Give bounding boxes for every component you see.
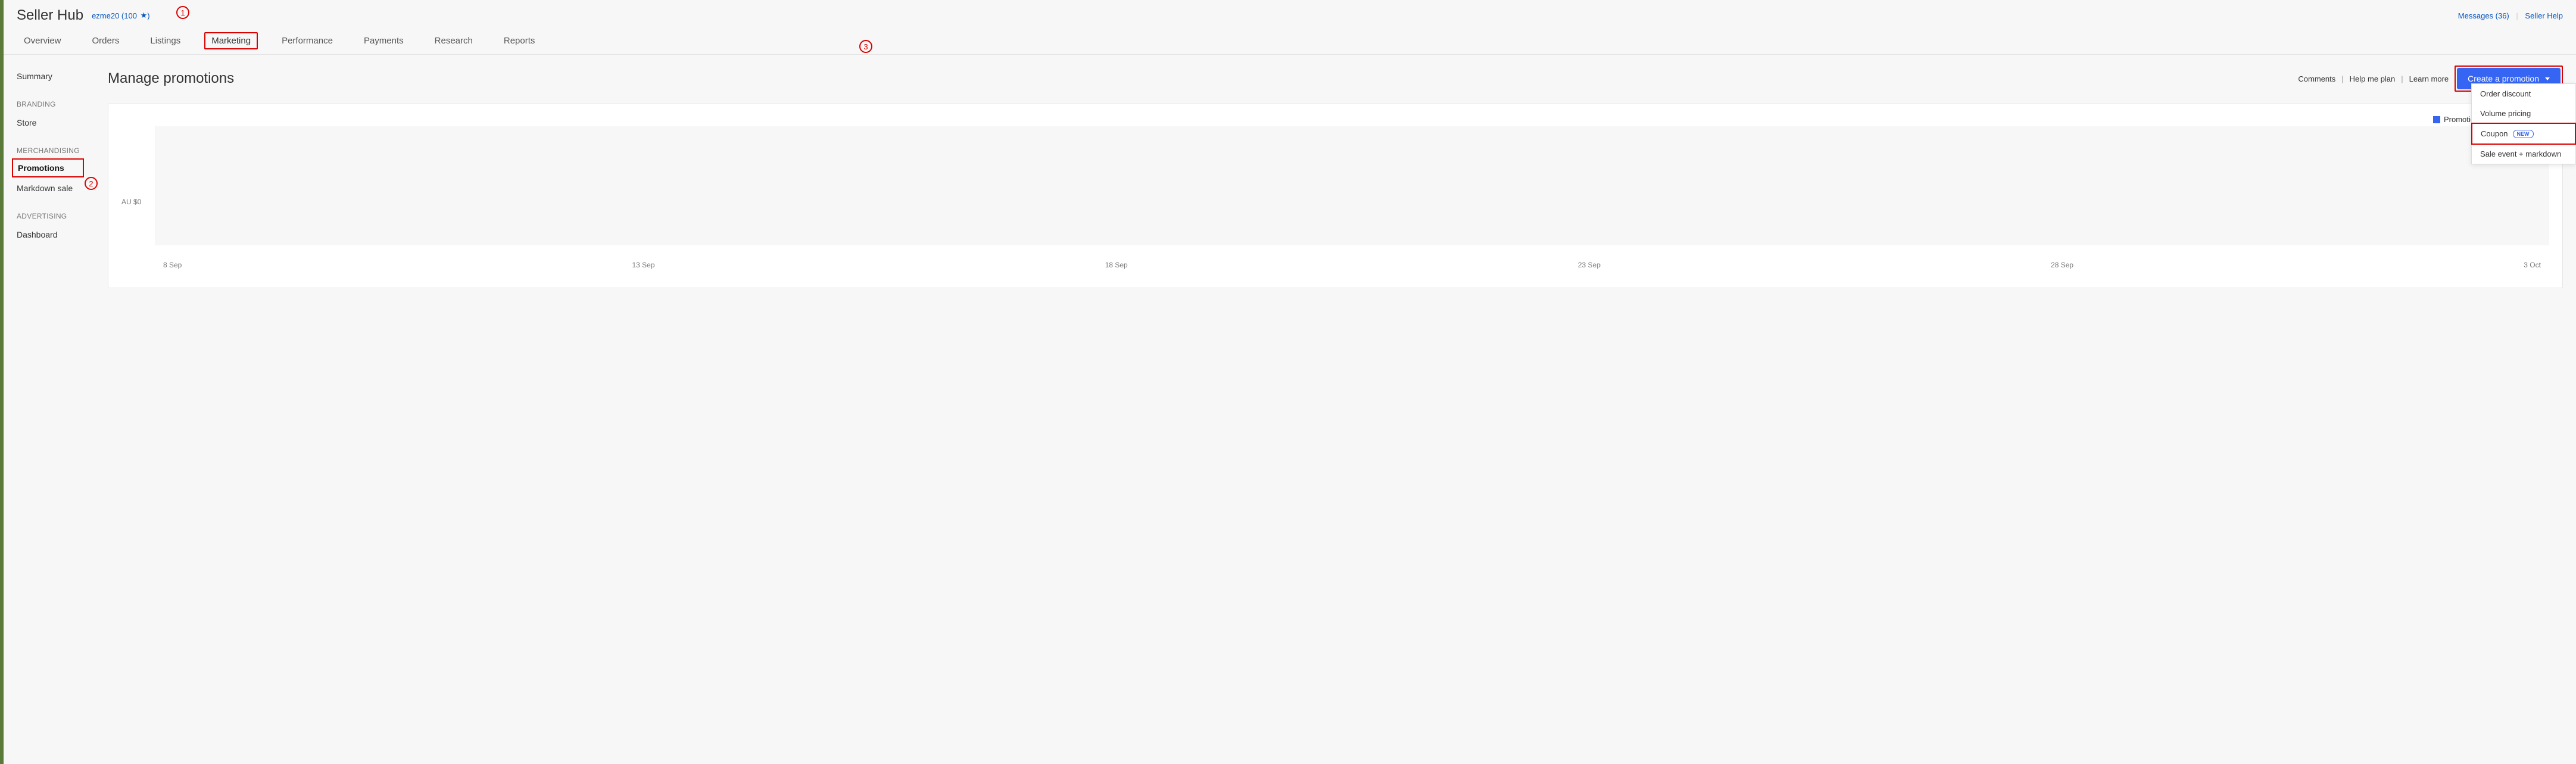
chart-area: AU $0 8 Sep 13 Sep 18 Sep 23 Sep 28 Sep … [121, 126, 2549, 269]
legend-color-square [2433, 116, 2440, 123]
chart-legend: Promotion sales: AU $0.00 i [121, 115, 2549, 124]
chevron-down-icon [2545, 77, 2550, 80]
annotation-2: 2 [85, 177, 98, 190]
nav-research[interactable]: Research [428, 32, 480, 54]
sidebar-summary[interactable]: Summary [17, 66, 108, 87]
link-sep-2: | [2401, 74, 2403, 83]
create-promotion-dropdown: Order discount Volume pricing Coupon NEW… [2471, 83, 2576, 164]
user-name: ezme20 [92, 11, 119, 20]
x-tick: 8 Sep [163, 261, 182, 269]
header-top: Seller Hub ezme20 ( 100 ★ ) 1 Messages (… [4, 0, 2576, 24]
link-sep-1: | [2341, 74, 2343, 83]
user-score: 100 [124, 11, 137, 20]
help-me-plan-link[interactable]: Help me plan [2350, 74, 2396, 83]
sidebar: Summary BRANDING Store MERCHANDISING Pro… [4, 55, 108, 288]
user-link[interactable]: ezme20 ( 100 ★ ) [92, 11, 150, 20]
app-title: Seller Hub [17, 7, 83, 24]
dropdown-order-discount[interactable]: Order discount [2472, 84, 2575, 104]
dropdown-coupon-label: Coupon [2481, 129, 2508, 138]
main-content: Manage promotions Comments | Help me pla… [108, 55, 2576, 288]
sidebar-item-dashboard[interactable]: Dashboard [17, 224, 108, 245]
page-title: Manage promotions [108, 70, 234, 87]
main-nav: Overview Orders Listings Marketing Perfo… [4, 24, 2576, 55]
nav-payments[interactable]: Payments [357, 32, 411, 54]
nav-marketing[interactable]: Marketing [204, 32, 258, 49]
sidebar-item-store[interactable]: Store [17, 112, 108, 133]
create-promotion-label: Create a promotion [2468, 74, 2539, 83]
learn-more-link[interactable]: Learn more [2409, 74, 2449, 83]
chart-y-tick: AU $0 [121, 198, 141, 206]
sidebar-heading-branding: BRANDING [17, 87, 108, 112]
dropdown-sale-event[interactable]: Sale event + markdown [2472, 144, 2575, 164]
x-tick: 3 Oct [2524, 261, 2541, 269]
nav-reports[interactable]: Reports [497, 32, 542, 54]
user-score-close: ) [147, 11, 149, 20]
star-icon: ★ [138, 11, 147, 20]
nav-performance[interactable]: Performance [275, 32, 340, 54]
header-right: Messages (36) | Seller Help [2458, 11, 2563, 20]
x-tick: 28 Sep [2051, 261, 2073, 269]
new-badge: NEW [2513, 130, 2534, 138]
nav-overview[interactable]: Overview [17, 32, 68, 54]
sidebar-heading-advertising: ADVERTISING [17, 199, 108, 224]
annotation-3: 3 [859, 40, 872, 53]
chart-plot-area [155, 126, 2549, 245]
sidebar-heading-merchandising: MERCHANDISING [17, 133, 108, 158]
promotion-sales-card: Promotion sales: AU $0.00 i AU $0 8 Sep … [108, 104, 2563, 288]
seller-help-link[interactable]: Seller Help [2525, 11, 2563, 20]
header-separator: | [2516, 11, 2518, 20]
main-header: Manage promotions Comments | Help me pla… [108, 66, 2563, 92]
nav-listings[interactable]: Listings [143, 32, 188, 54]
messages-link[interactable]: Messages (36) [2458, 11, 2509, 20]
x-tick: 13 Sep [632, 261, 655, 269]
annotation-1: 1 [176, 6, 189, 19]
dropdown-coupon[interactable]: Coupon NEW [2471, 123, 2576, 145]
x-tick: 23 Sep [1578, 261, 1601, 269]
user-score-open: ( [119, 11, 124, 20]
comments-link[interactable]: Comments [2298, 74, 2335, 83]
x-tick: 18 Sep [1105, 261, 1128, 269]
sidebar-item-promotions[interactable]: Promotions [12, 158, 84, 177]
nav-orders[interactable]: Orders [85, 32, 127, 54]
dropdown-volume-pricing[interactable]: Volume pricing [2472, 104, 2575, 123]
chart-x-axis: 8 Sep 13 Sep 18 Sep 23 Sep 28 Sep 3 Oct [155, 261, 2549, 269]
